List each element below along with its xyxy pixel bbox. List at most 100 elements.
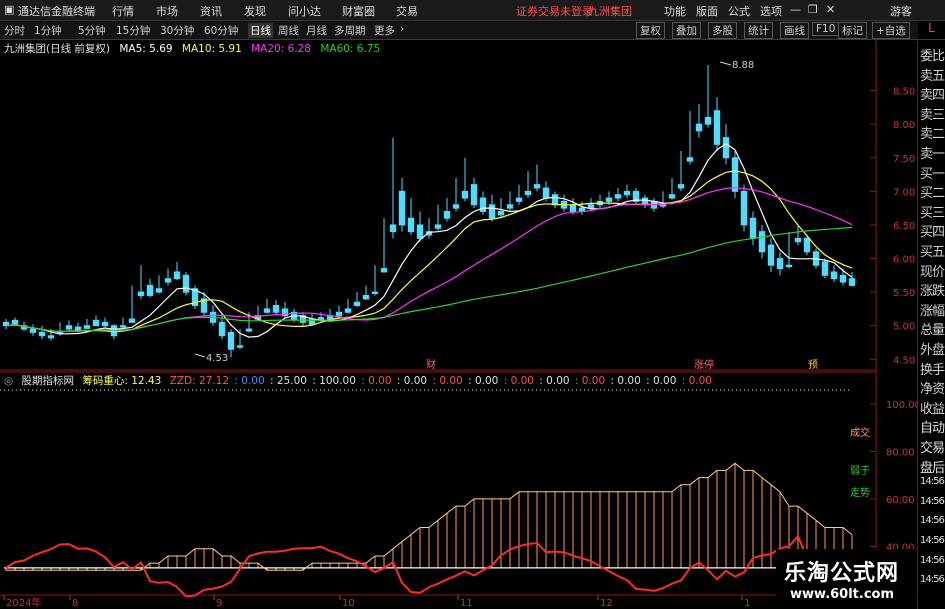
candle-body-94 xyxy=(848,278,856,286)
candle-body-41 xyxy=(371,291,379,294)
candle-body-75 xyxy=(677,184,685,189)
panel-letter[interactable]: L xyxy=(918,21,945,39)
quote-label-13[interactable]: 涨幅 xyxy=(920,300,945,319)
candle-body-45 xyxy=(407,217,415,233)
quote-label-19[interactable]: 自动 xyxy=(920,417,945,436)
candle-body-13 xyxy=(119,325,127,328)
quote-label-8[interactable]: 买三 xyxy=(920,202,945,221)
candle-body-1 xyxy=(11,319,19,325)
candle-body-20 xyxy=(182,274,190,293)
event-label-yu[interactable]: 预 xyxy=(808,359,818,371)
quote-label-23[interactable]: 14:56 xyxy=(920,496,945,507)
ind-val-11: : 0.00 xyxy=(646,375,677,387)
candle-body-67 xyxy=(605,197,613,202)
quote-label-3[interactable]: 卖三 xyxy=(920,104,945,123)
ind-axis-label-2: 60.00 xyxy=(886,495,915,506)
ind-val-1: : 25.00 xyxy=(270,375,307,387)
date-label-1: 8 xyxy=(72,598,78,609)
candle-body-57 xyxy=(515,197,523,202)
quote-label-17[interactable]: 净资 xyxy=(920,378,945,397)
ma20-line xyxy=(5,187,853,332)
quote-label-22[interactable]: 14:56 xyxy=(920,476,945,487)
candle-body-30 xyxy=(272,305,280,313)
ind-val-12: : 0.00 xyxy=(681,375,712,387)
price-label-1: 8.00 xyxy=(893,120,915,131)
indicator-info-bar: ◎ 股期指标网 筹码重心: 12.43 ZZD: 27.12 : 0.00 : … xyxy=(4,373,714,387)
candle-body-50 xyxy=(452,204,460,209)
price-label-6: 5.50 xyxy=(893,288,915,299)
candle-body-85 xyxy=(767,244,775,266)
candle-body-76 xyxy=(686,157,694,162)
quote-label-11[interactable]: 现价 xyxy=(920,261,945,280)
quote-label-18[interactable]: 收益 xyxy=(920,398,945,417)
candle-body-27 xyxy=(245,328,253,332)
ind-val-3: : 0.00 xyxy=(361,375,392,387)
candle-body-17 xyxy=(155,288,163,293)
quote-label-15[interactable]: 外盘 xyxy=(920,339,945,358)
quote-label-5[interactable]: 卖一 xyxy=(920,143,945,162)
candle-body-77 xyxy=(695,123,703,132)
quote-label-0[interactable]: 委比 xyxy=(920,45,945,64)
candle-body-40 xyxy=(362,294,370,300)
quote-label-9[interactable]: 买四 xyxy=(920,221,945,240)
price-label-4: 6.50 xyxy=(893,221,915,232)
quote-label-4[interactable]: 卖二 xyxy=(920,123,945,142)
candle-body-63 xyxy=(569,204,577,212)
candle-body-80 xyxy=(722,137,730,159)
ind-val-6: : 0.00 xyxy=(468,375,499,387)
candle-body-44 xyxy=(398,190,406,226)
quote-label-12[interactable]: 涨跌 xyxy=(920,280,945,299)
ind-val-10: : 0.00 xyxy=(610,375,641,387)
quote-label-20[interactable]: 交易 xyxy=(920,437,945,456)
quote-label-10[interactable]: 买五 xyxy=(920,241,945,260)
candle-body-26 xyxy=(236,345,244,348)
candle-body-82 xyxy=(740,190,748,226)
event-label-zhangting[interactable]: 涨停 xyxy=(694,358,714,371)
kline-chart[interactable]: 8.50 8.00 7.50 7.00 6.50 6.00 5.50 5.00 4.50 100… xyxy=(0,0,917,609)
low-price-mark: 4.53 xyxy=(206,353,228,364)
quote-label-26[interactable]: 14:56 xyxy=(920,555,945,566)
price-label-7: 5.00 xyxy=(893,322,915,333)
quote-label-16[interactable]: 换手 xyxy=(920,359,945,378)
candle-body-16 xyxy=(146,284,154,296)
ma60-line xyxy=(5,226,853,332)
candle-body-9 xyxy=(83,325,91,329)
watermark-title: 乐淘公式网 xyxy=(784,561,900,586)
quote-label-24[interactable]: 14:56 xyxy=(920,515,945,526)
candle-body-68 xyxy=(614,194,622,199)
ind-val-2: : 100.00 xyxy=(312,375,356,387)
indicator-name[interactable]: 股期指标网 xyxy=(22,375,75,387)
quote-label-7[interactable]: 买二 xyxy=(920,182,945,201)
quote-label-14[interactable]: 总量 xyxy=(920,319,945,338)
candle-body-55 xyxy=(497,211,505,216)
ind-val-7: : 0.00 xyxy=(503,375,534,387)
quote-label-25[interactable]: 14:56 xyxy=(920,535,945,546)
quote-label-27[interactable]: 14:56 xyxy=(920,574,945,585)
quote-label-1[interactable]: 卖五 xyxy=(920,65,945,84)
candle-body-14 xyxy=(128,318,136,323)
ind-val-8: : 0.00 xyxy=(539,375,570,387)
candle-body-43 xyxy=(389,224,397,233)
watermark-url: www.60lt.com xyxy=(790,587,895,602)
candle-body-59 xyxy=(533,184,541,189)
ind-val-0: : 0.00 xyxy=(234,375,265,387)
date-label-0: 2024年 xyxy=(6,596,41,609)
candle-body-92 xyxy=(830,271,838,280)
candle-body-19 xyxy=(173,271,181,280)
quote-label-21[interactable]: 盘后 xyxy=(920,457,945,476)
quote-label-2[interactable]: 卖四 xyxy=(920,84,945,103)
ind-axis-label-0: 100.00 xyxy=(886,400,917,411)
quote-panel: 委比 卖五 卖四 卖三 卖二 卖一 买一 买二 买三 买四 买五 现价 涨跌 涨幅 总量 外盘 换手 净资 收益 自动… xyxy=(917,41,945,609)
zzd-value: ZZD: 27.12 xyxy=(169,375,230,387)
date-label-2: 9 xyxy=(216,598,222,609)
candle-body-89 xyxy=(803,237,811,253)
quote-label-6[interactable]: 买一 xyxy=(920,163,945,182)
chip-center-value: 筹码重心: 12.43 xyxy=(82,375,162,387)
indicator-icon: ◎ xyxy=(4,375,14,387)
candle-body-48 xyxy=(434,224,442,229)
event-label-cai[interactable]: 财 xyxy=(426,358,436,371)
candle-body-58 xyxy=(524,190,532,196)
candle-body-42 xyxy=(380,268,388,273)
candle-body-7 xyxy=(65,325,73,330)
candle-body-86 xyxy=(776,258,784,270)
